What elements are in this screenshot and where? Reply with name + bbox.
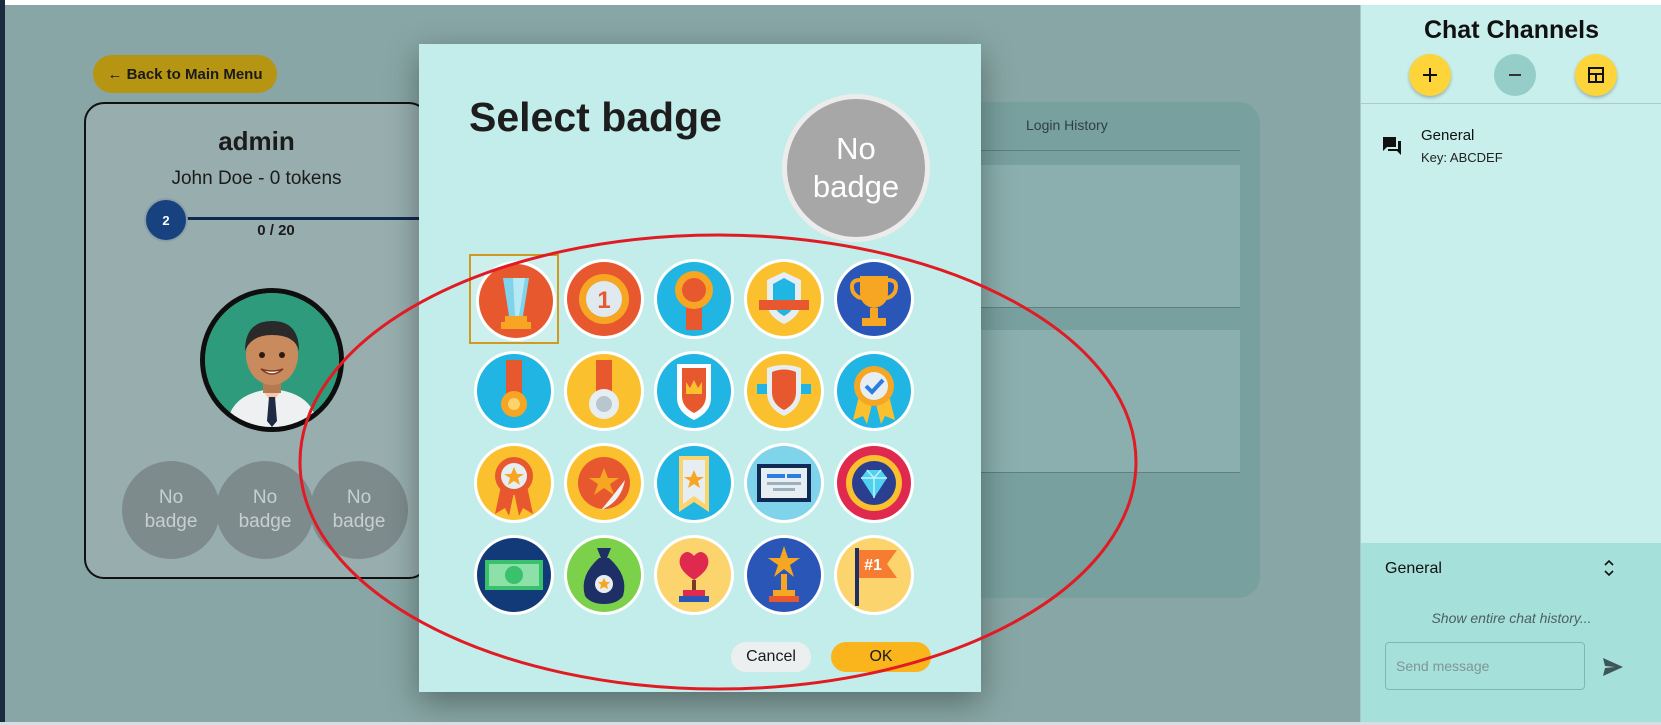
badge-option[interactable] xyxy=(469,346,559,436)
orange-medal-badge-icon xyxy=(474,351,554,431)
dialog-title: Select badge xyxy=(469,94,722,140)
profile-card: admin John Doe - 0 tokens 2 0 / 20 No ba… xyxy=(84,102,431,579)
badge-option[interactable] xyxy=(469,530,559,620)
profile-badge-slot[interactable]: No badge xyxy=(122,461,220,559)
add-icon xyxy=(1423,68,1437,82)
channel-name: General xyxy=(1421,127,1475,144)
layout-icon xyxy=(1588,67,1604,83)
badge-option[interactable] xyxy=(739,438,829,528)
badge-option[interactable]: 1 xyxy=(559,254,649,344)
fullname-tokens: John Doe - 0 tokens xyxy=(171,168,342,189)
heart-trophy-badge-icon xyxy=(654,535,734,615)
badge-grid: 1 #1 xyxy=(469,254,919,634)
tab-login-history[interactable]: Login History xyxy=(1026,117,1108,133)
badge-option[interactable] xyxy=(829,254,919,344)
svg-text:1: 1 xyxy=(597,287,610,314)
profile-badge-slot[interactable]: No badge xyxy=(216,461,314,559)
badge-option[interactable] xyxy=(739,254,829,344)
profile-badge-slot[interactable]: No badge xyxy=(310,461,408,559)
badge-option[interactable] xyxy=(649,530,739,620)
star-rosette-badge-icon xyxy=(474,443,554,523)
avatar-person-icon xyxy=(205,293,339,427)
chat-bubble-icon xyxy=(1383,137,1401,155)
select-badge-dialog: Select badge No badge 1 #1 Cancel OK xyxy=(419,44,981,692)
sidebar-divider xyxy=(1361,103,1661,104)
trophy-glass-badge-icon xyxy=(476,261,556,341)
avatar[interactable] xyxy=(200,288,344,432)
star-trophy-badge-icon xyxy=(744,535,824,615)
layout-channel-button[interactable] xyxy=(1575,54,1617,96)
send-icon[interactable] xyxy=(1601,655,1625,679)
money-bag-badge-icon xyxy=(564,535,644,615)
badge-option[interactable] xyxy=(469,438,559,528)
money-bill-badge-icon xyxy=(474,535,554,615)
expand-collapse-icon[interactable] xyxy=(1602,557,1616,579)
check-rosette-badge-icon xyxy=(834,351,914,431)
message-input[interactable] xyxy=(1385,642,1585,690)
chat-panel: General Show entire chat history... xyxy=(1361,543,1661,722)
diamond-badge-icon xyxy=(834,443,914,523)
certificate-badge-icon xyxy=(744,443,824,523)
cancel-button[interactable]: Cancel xyxy=(731,642,811,672)
badge-option[interactable] xyxy=(649,254,739,344)
chat-channel-name: General xyxy=(1385,560,1442,577)
sidebar-title: Chat Channels xyxy=(1423,16,1600,44)
remove-channel-button[interactable] xyxy=(1494,54,1536,96)
number-one-flag-badge-icon: #1 xyxy=(834,535,914,615)
level-progress-bar xyxy=(181,217,431,220)
crown-shield-badge-icon xyxy=(654,351,734,431)
silver-star-medal-badge-icon xyxy=(564,351,644,431)
badge-option[interactable] xyxy=(649,346,739,436)
badge-option[interactable] xyxy=(649,438,739,528)
remove-icon xyxy=(1509,74,1521,76)
username: admin xyxy=(218,126,295,156)
badge-option[interactable] xyxy=(559,346,649,436)
badge-option[interactable] xyxy=(739,346,829,436)
level-progress-text: 0 / 20 xyxy=(257,222,295,239)
channel-key: Key: ABCDEF xyxy=(1421,150,1503,165)
gold-cup-badge-icon xyxy=(834,259,914,339)
level-indicator: 2 xyxy=(144,198,188,242)
red-shield-badge-icon xyxy=(744,351,824,431)
badge-option[interactable] xyxy=(559,530,649,620)
add-channel-button[interactable] xyxy=(1409,54,1451,96)
badge-option[interactable] xyxy=(559,438,649,528)
chat-sidebar: Chat Channels General Key: ABCDEF Genera… xyxy=(1360,5,1661,722)
badge-option[interactable] xyxy=(739,530,829,620)
gold-ribbon-medal-badge-icon xyxy=(654,259,734,339)
badge-option[interactable]: #1 xyxy=(829,530,919,620)
ok-button[interactable]: OK xyxy=(831,642,931,672)
show-chat-history-link[interactable]: Show entire chat history... xyxy=(1361,610,1661,626)
back-to-main-menu-button[interactable]: ← Back to Main Menu xyxy=(93,55,277,93)
selected-badge-preview: No badge xyxy=(782,94,930,242)
star-seal-badge-icon xyxy=(564,443,644,523)
star-bookmark-badge-icon xyxy=(654,443,734,523)
badge-option[interactable] xyxy=(469,254,559,344)
badge-option[interactable] xyxy=(829,346,919,436)
crest-shield-badge-icon xyxy=(744,259,824,339)
first-place-medal-badge-icon: 1 xyxy=(564,259,644,339)
svg-text:#1: #1 xyxy=(864,557,882,574)
channel-item-general[interactable]: General Key: ABCDEF xyxy=(1381,125,1641,177)
badge-option[interactable] xyxy=(829,438,919,528)
